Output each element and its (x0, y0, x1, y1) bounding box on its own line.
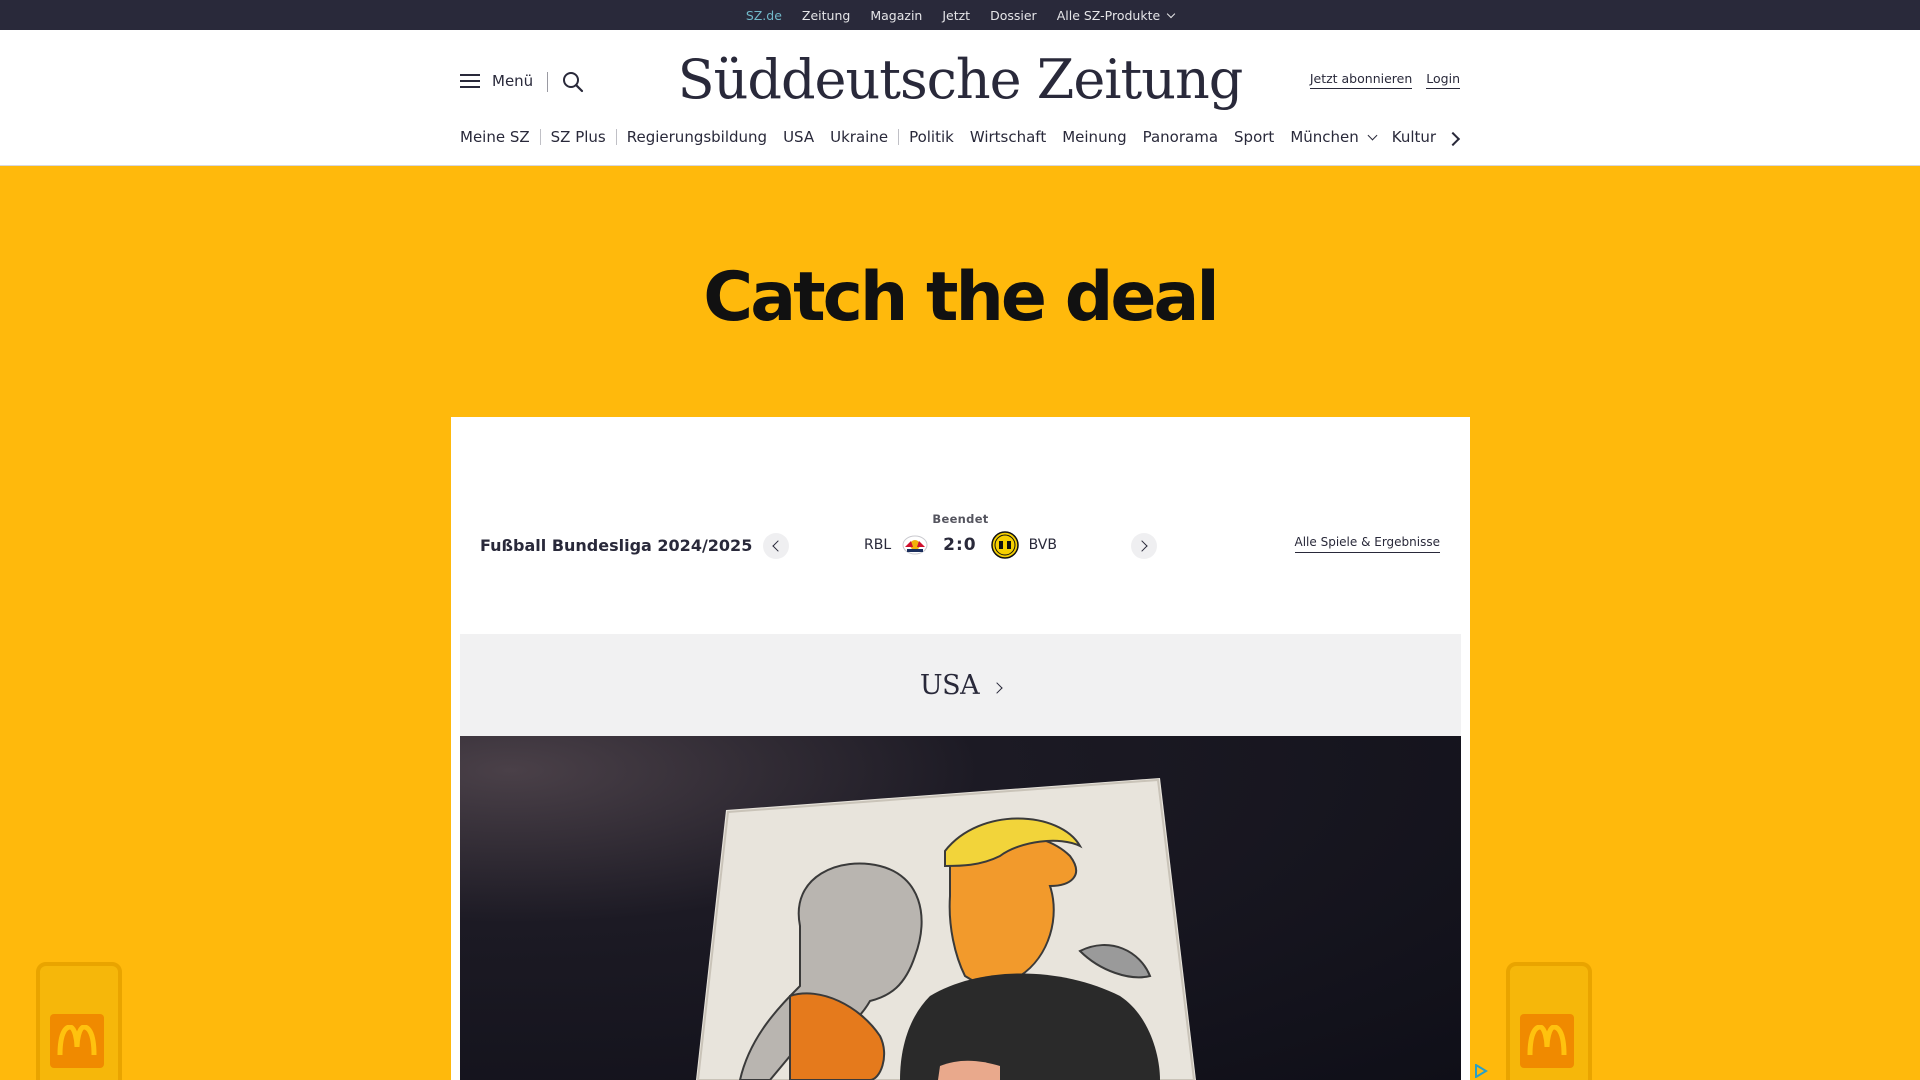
content-container: Fußball Bundesliga 2024/2025 Beendet RBL… (451, 417, 1470, 1080)
nav-item-muenchen-label: München (1290, 128, 1359, 146)
chevron-down-icon (1367, 130, 1378, 141)
subscribe-link[interactable]: Jetzt abonnieren (1309, 71, 1413, 89)
article-image[interactable] (460, 736, 1461, 1080)
nav-item-meinung[interactable]: Meinung (1054, 128, 1134, 146)
nav-item-kultur[interactable]: Kultur (1384, 128, 1444, 146)
nav-item-panorama[interactable]: Panorama (1135, 128, 1226, 146)
nav-item-sz-plus[interactable]: SZ Plus (543, 128, 614, 146)
nav-item-usa[interactable]: USA (775, 128, 822, 146)
mcdonalds-logo-icon (1520, 1014, 1574, 1068)
next-match-button[interactable] (1131, 533, 1157, 559)
away-team: BVB (1028, 537, 1057, 553)
adchoices-icon[interactable] (1474, 1064, 1488, 1078)
nav-divider (615, 129, 617, 145)
main-navigation: Meine SZ SZ Plus Regierungsbildung USA U… (460, 128, 1444, 146)
bundesliga-scoreboard: Fußball Bundesliga 2024/2025 Beendet RBL… (451, 417, 1470, 633)
ad-headline: Catch the deal (703, 258, 1219, 337)
nav-scroll-right-icon[interactable] (1445, 131, 1461, 147)
account-links: Jetzt abonnieren Login (1309, 71, 1460, 89)
topbar-link-szde[interactable]: SZ.de (746, 8, 782, 23)
topbar-link-zeitung[interactable]: Zeitung (802, 8, 850, 23)
rb-leipzig-crest-icon (902, 535, 928, 555)
top-product-bar: SZ.de Zeitung Magazin Jetzt Dossier Alle… (0, 0, 1920, 30)
nav-item-wirtschaft[interactable]: Wirtschaft (962, 128, 1054, 146)
all-games-link[interactable]: Alle Spiele & Ergebnisse (1294, 535, 1440, 553)
login-link[interactable]: Login (1426, 71, 1460, 89)
topbar-link-dossier[interactable]: Dossier (990, 8, 1037, 23)
side-ad-left[interactable] (36, 962, 122, 1080)
section-header-usa[interactable]: USA (460, 634, 1461, 736)
match-score: 2:0 (943, 535, 977, 555)
nav-item-ukraine[interactable]: Ukraine (822, 128, 896, 146)
bvb-crest-icon (990, 531, 1019, 559)
nav-item-regierungsbildung[interactable]: Regierungsbildung (619, 128, 775, 146)
nav-item-sport[interactable]: Sport (1226, 128, 1282, 146)
mcdonalds-logo-icon (50, 1014, 104, 1068)
topbar-products-label: Alle SZ-Produkte (1056, 7, 1161, 23)
topbar-products-dropdown[interactable]: Alle SZ-Produkte (1056, 7, 1176, 23)
chevron-down-icon (1166, 9, 1176, 18)
league-title: Fußball Bundesliga 2024/2025 (480, 536, 753, 555)
topbar-link-jetzt[interactable]: Jetzt (942, 8, 970, 23)
nav-divider (898, 129, 900, 145)
nav-item-muenchen[interactable]: München (1282, 128, 1383, 146)
topbar-link-magazin[interactable]: Magazin (870, 8, 922, 23)
section-title: USA (919, 669, 980, 701)
match-status: Beendet (932, 512, 989, 526)
nav-item-meine-sz[interactable]: Meine SZ (460, 128, 538, 146)
nav-divider (539, 129, 541, 145)
kissing-mural-painting (696, 778, 1196, 1080)
site-header: Menü Süddeutsche Zeitung Jetzt abonniere… (0, 30, 1920, 166)
side-ad-right[interactable] (1506, 962, 1592, 1080)
match-result[interactable]: RBL 2:0 BVB (864, 531, 1057, 559)
chevron-right-icon (991, 682, 1003, 694)
site-logo[interactable]: Süddeutsche Zeitung (0, 48, 1920, 111)
home-team: RBL (864, 537, 892, 553)
nav-item-politik[interactable]: Politik (901, 128, 962, 146)
previous-match-button[interactable] (763, 533, 789, 559)
